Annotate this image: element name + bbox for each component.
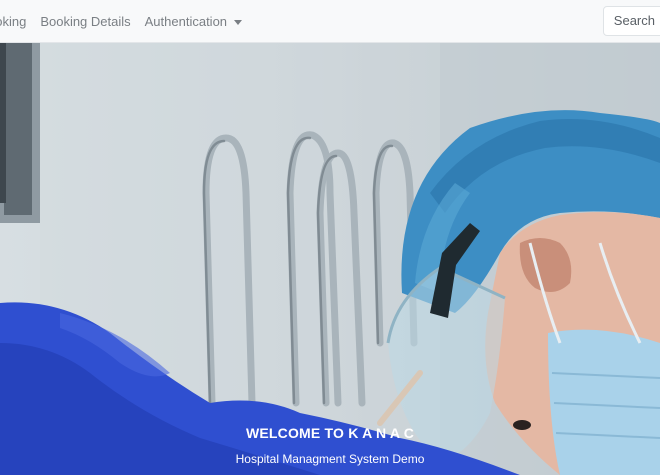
nav-link-booking-details[interactable]: Booking Details (40, 14, 130, 29)
caret-down-icon (234, 19, 243, 25)
hero-image (0, 43, 660, 475)
hero-subtitle: Hospital Managment System Demo (235, 452, 425, 466)
nav-links: ooking Booking Details Authentication (0, 14, 256, 29)
nav-dropdown-label: Authentication (144, 13, 228, 29)
nav-link-booking[interactable]: ooking (0, 14, 26, 29)
nav-dropdown-authentication[interactable]: Authentication (144, 13, 243, 29)
navbar: ooking Booking Details Authentication Se… (0, 0, 660, 43)
hero-title: WELCOME TO K A N A C (245, 425, 415, 441)
search-button[interactable]: Search (602, 6, 660, 36)
hero-carousel: WELCOME TO K A N A C Hospital Managment … (0, 43, 660, 475)
